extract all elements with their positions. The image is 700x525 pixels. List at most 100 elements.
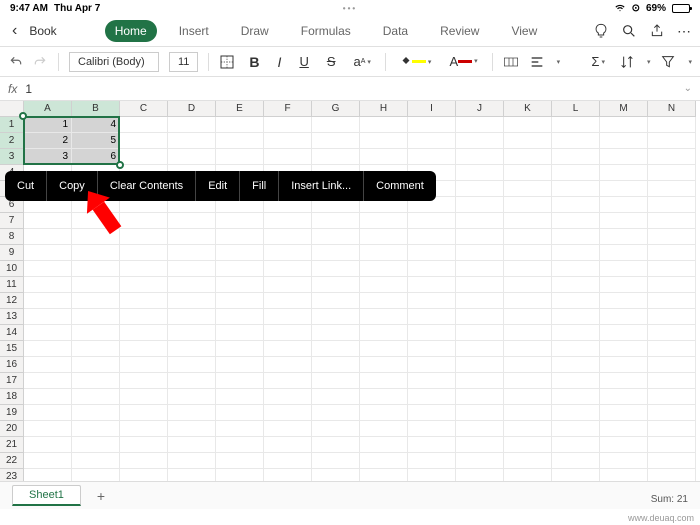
cell-I19[interactable]	[408, 405, 456, 421]
merge-icon[interactable]	[503, 54, 519, 70]
autosum-button[interactable]: Σ▾	[587, 52, 609, 71]
borders-icon[interactable]	[219, 54, 235, 70]
cell-K12[interactable]	[504, 293, 552, 309]
cell-F21[interactable]	[264, 437, 312, 453]
cell-H7[interactable]	[360, 213, 408, 229]
cell-L21[interactable]	[552, 437, 600, 453]
cell-A22[interactable]	[24, 453, 72, 469]
cell-A2[interactable]: 2	[24, 133, 72, 149]
cell-B22[interactable]	[72, 453, 120, 469]
cell-D22[interactable]	[168, 453, 216, 469]
context-cut[interactable]: Cut	[5, 171, 47, 201]
cell-A15[interactable]	[24, 341, 72, 357]
tab-review[interactable]: Review	[430, 20, 489, 42]
cell-L14[interactable]	[552, 325, 600, 341]
col-header-C[interactable]: C	[120, 101, 168, 117]
cell-B11[interactable]	[72, 277, 120, 293]
cell-H8[interactable]	[360, 229, 408, 245]
cell-D16[interactable]	[168, 357, 216, 373]
cell-C9[interactable]	[120, 245, 168, 261]
tab-draw[interactable]: Draw	[231, 20, 279, 42]
cell-L22[interactable]	[552, 453, 600, 469]
cell-J1[interactable]	[456, 117, 504, 133]
cell-G11[interactable]	[312, 277, 360, 293]
cell-D2[interactable]	[168, 133, 216, 149]
cell-F2[interactable]	[264, 133, 312, 149]
col-header-L[interactable]: L	[552, 101, 600, 117]
search-icon[interactable]	[621, 23, 637, 39]
cell-G12[interactable]	[312, 293, 360, 309]
cell-F14[interactable]	[264, 325, 312, 341]
cell-K4[interactable]	[504, 165, 552, 181]
cell-K22[interactable]	[504, 453, 552, 469]
col-header-D[interactable]: D	[168, 101, 216, 117]
cell-E10[interactable]	[216, 261, 264, 277]
cell-E14[interactable]	[216, 325, 264, 341]
cell-G10[interactable]	[312, 261, 360, 277]
cell-A9[interactable]	[24, 245, 72, 261]
cell-F12[interactable]	[264, 293, 312, 309]
cell-M13[interactable]	[600, 309, 648, 325]
cell-F13[interactable]	[264, 309, 312, 325]
cell-K3[interactable]	[504, 149, 552, 165]
cell-B1[interactable]: 4	[72, 117, 120, 133]
cell-K14[interactable]	[504, 325, 552, 341]
cell-E20[interactable]	[216, 421, 264, 437]
cell-F10[interactable]	[264, 261, 312, 277]
context-clear-contents[interactable]: Clear Contents	[98, 171, 196, 201]
cell-L1[interactable]	[552, 117, 600, 133]
cell-C16[interactable]	[120, 357, 168, 373]
cell-E13[interactable]	[216, 309, 264, 325]
cell-H14[interactable]	[360, 325, 408, 341]
share-icon[interactable]	[649, 23, 665, 39]
cell-M21[interactable]	[600, 437, 648, 453]
cell-M20[interactable]	[600, 421, 648, 437]
cell-J18[interactable]	[456, 389, 504, 405]
cell-B10[interactable]	[72, 261, 120, 277]
cell-G8[interactable]	[312, 229, 360, 245]
cell-E18[interactable]	[216, 389, 264, 405]
cell-J14[interactable]	[456, 325, 504, 341]
bold-button[interactable]: B	[245, 52, 263, 72]
cell-L3[interactable]	[552, 149, 600, 165]
fill-color-button[interactable]: ▾	[396, 52, 436, 71]
cell-I7[interactable]	[408, 213, 456, 229]
cell-G21[interactable]	[312, 437, 360, 453]
cell-J8[interactable]	[456, 229, 504, 245]
cell-E8[interactable]	[216, 229, 264, 245]
cell-D14[interactable]	[168, 325, 216, 341]
cell-K6[interactable]	[504, 197, 552, 213]
cell-B20[interactable]	[72, 421, 120, 437]
cell-M1[interactable]	[600, 117, 648, 133]
cell-I17[interactable]	[408, 373, 456, 389]
cell-J7[interactable]	[456, 213, 504, 229]
cell-A10[interactable]	[24, 261, 72, 277]
cell-M9[interactable]	[600, 245, 648, 261]
cell-G2[interactable]	[312, 133, 360, 149]
cell-N21[interactable]	[648, 437, 696, 453]
cell-L5[interactable]	[552, 181, 600, 197]
cell-A19[interactable]	[24, 405, 72, 421]
cell-D19[interactable]	[168, 405, 216, 421]
cell-M18[interactable]	[600, 389, 648, 405]
tab-formulas[interactable]: Formulas	[291, 20, 361, 42]
cell-G17[interactable]	[312, 373, 360, 389]
row-header-21[interactable]: 21	[0, 437, 24, 453]
cell-B17[interactable]	[72, 373, 120, 389]
cell-N14[interactable]	[648, 325, 696, 341]
cell-E2[interactable]	[216, 133, 264, 149]
cell-D9[interactable]	[168, 245, 216, 261]
cell-N3[interactable]	[648, 149, 696, 165]
cell-C13[interactable]	[120, 309, 168, 325]
cell-F7[interactable]	[264, 213, 312, 229]
back-button[interactable]: ‹	[8, 20, 21, 42]
cell-F20[interactable]	[264, 421, 312, 437]
font-effects-button[interactable]: aA▾	[350, 52, 375, 71]
cell-C17[interactable]	[120, 373, 168, 389]
cell-A18[interactable]	[24, 389, 72, 405]
col-header-H[interactable]: H	[360, 101, 408, 117]
row-header-12[interactable]: 12	[0, 293, 24, 309]
cell-C14[interactable]	[120, 325, 168, 341]
cell-C20[interactable]	[120, 421, 168, 437]
expand-formula-icon[interactable]: ⌄	[684, 83, 692, 94]
